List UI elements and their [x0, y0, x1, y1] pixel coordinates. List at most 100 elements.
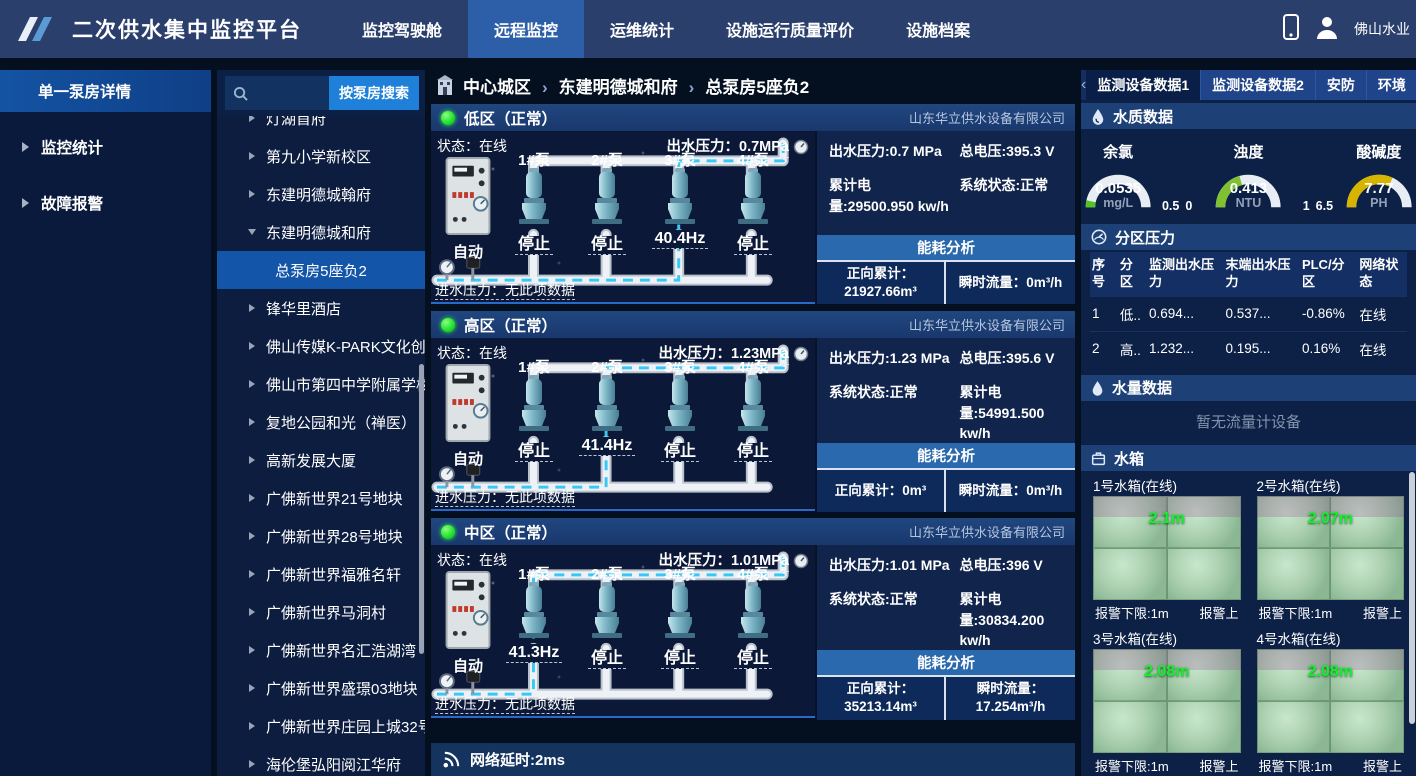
- pump-icon: [514, 167, 554, 225]
- info-value: 29500.950 kw/h: [848, 198, 949, 214]
- network-signal-icon: [442, 750, 461, 769]
- device-data-tab[interactable]: 环境: [1367, 70, 1416, 100]
- scrollbar-thumb[interactable]: [1409, 472, 1415, 724]
- tank-water-level-overlay: [1257, 517, 1405, 600]
- info-label: 系统状态:: [959, 177, 1020, 193]
- gauge-min: 0: [1185, 199, 1192, 213]
- search-input[interactable]: [248, 86, 318, 101]
- station-list-item[interactable]: 锋华里酒店: [217, 289, 425, 327]
- top-tab[interactable]: 运维统计: [584, 0, 700, 58]
- station-list-item[interactable]: 广佛新世界福雅名轩: [217, 555, 425, 593]
- table-row[interactable]: 1 低.. 0.694... 0.537... -0.86% 在线: [1090, 296, 1407, 331]
- station-list-item[interactable]: 广佛新世界盛璟03地块: [217, 669, 425, 707]
- info-label: 系统状态:: [829, 384, 890, 400]
- station-name: 海伦堡弘阳阅江华府: [266, 754, 401, 775]
- station-list-item[interactable]: 灯湖首府: [217, 116, 425, 137]
- top-tab[interactable]: 设施运行质量评价: [700, 0, 880, 58]
- station-name: 锋华里酒店: [266, 298, 341, 319]
- tank-name: 4号水箱(在线): [1257, 628, 1405, 648]
- station-list-item[interactable]: 第九小学新校区: [217, 137, 425, 175]
- gauge-unit: NTU: [1211, 196, 1285, 210]
- gauge-title: 余氯: [1081, 141, 1155, 162]
- pump: 2#泵 停止: [574, 149, 640, 254]
- water-drop-icon: [1091, 380, 1104, 396]
- pump-state: 停止: [501, 437, 567, 461]
- station-list-item[interactable]: 复地公园和光（禅医）: [217, 403, 425, 441]
- pump-label: 2#泵: [574, 356, 640, 374]
- table-header-cell: 分区: [1118, 252, 1147, 296]
- inlet-pressure-label: 进水压力：无此项数据: [435, 487, 575, 507]
- sidebar-item-label: 单一泵房详情: [38, 80, 131, 102]
- station-list-item[interactable]: 东建明德城和府: [217, 213, 425, 251]
- search-box[interactable]: [225, 76, 329, 110]
- pump-schematic: 状态：在线 出水压力：1.23MPa 自动 1#泵 停止 2#泵 41.4Hz …: [431, 338, 815, 511]
- breadcrumb-community[interactable]: 东建明德城和府: [539, 73, 678, 98]
- expand-arrow-icon: [22, 198, 29, 208]
- top-tab-label: 设施档案: [906, 17, 970, 41]
- pump-schematic: 状态：在线 出水压力：0.7MPa 自动 1#泵 停止 2#泵 停止 3#泵 4…: [431, 131, 815, 304]
- sidebar-item[interactable]: 监控统计: [0, 126, 211, 168]
- top-tab[interactable]: 监控驾驶舱: [336, 0, 468, 58]
- water-tank: 2号水箱(在线) 2.07m 报警下限:1m 报警上: [1257, 475, 1405, 623]
- pump-label: 1#泵: [501, 356, 567, 374]
- pressure-gauge-icon: [1091, 229, 1107, 245]
- device-data-tab[interactable]: 监测设备数据1: [1086, 70, 1201, 100]
- station-sidebar: 按泵房搜索 灯湖首府 第九小学新校区 东建明德城翰府: [217, 70, 425, 776]
- device-data-tabs: 监测设备数据1 监测设备数据2 安防 环境: [1081, 70, 1416, 100]
- pump-state: 停止: [720, 437, 786, 461]
- expand-arrow-icon: [249, 456, 255, 464]
- top-tab[interactable]: 远程监控: [468, 0, 584, 58]
- tank-high-alarm: 报警上: [1363, 756, 1402, 775]
- device-data-tab[interactable]: 安防: [1316, 70, 1367, 100]
- station-list-item[interactable]: 广佛新世界庄园上城32号地: [217, 707, 425, 745]
- device-data-tab[interactable]: 监测设备数据2: [1201, 70, 1316, 100]
- username[interactable]: 佛山水业: [1354, 19, 1410, 39]
- station-list-item[interactable]: 海伦堡弘阳阅江华府: [217, 745, 425, 776]
- pump: 3#泵 停止: [647, 356, 713, 461]
- user-avatar-icon[interactable]: [1314, 14, 1340, 45]
- breadcrumb-station[interactable]: 总泵房5座负2: [686, 73, 810, 98]
- station-list-item[interactable]: 佛山传媒K-PARK文化创意: [217, 327, 425, 365]
- tank-level-value: 2.1m: [1093, 510, 1241, 528]
- station-list-item[interactable]: 广佛新世界28号地块: [217, 517, 425, 555]
- info-label: 总电压:: [959, 557, 1006, 573]
- water-flow-empty-message: 暂无流量计设备: [1081, 401, 1416, 442]
- info-value: 1.23 MPa: [890, 350, 950, 366]
- mobile-app-icon[interactable]: [1282, 14, 1300, 45]
- cell-monitor-pressure: 1.232...: [1147, 331, 1223, 366]
- sidebar-item[interactable]: 故障报警: [0, 182, 211, 224]
- info-item: 累计电量:29500.950 kw/h: [829, 175, 953, 216]
- station-list-item[interactable]: 高新发展大厦: [217, 441, 425, 479]
- pump-label: 2#泵: [574, 149, 640, 167]
- sidebar-item[interactable]: 单一泵房详情: [0, 70, 211, 112]
- cell-network: 在线: [1357, 296, 1407, 331]
- table-row[interactable]: 2 高.. 1.232... 0.195... 0.16% 在线: [1090, 331, 1407, 366]
- pump-state: 40.4Hz: [647, 230, 713, 248]
- station-name: 广佛新世界名汇浩湖湾: [266, 640, 416, 661]
- expand-arrow-icon: [249, 380, 255, 388]
- zone-panel: 高区（正常） 山东华立供水设备有限公司 状态：在线 出水压力：1.23MPa 自…: [431, 311, 1075, 511]
- search-by-station-button[interactable]: 按泵房搜索: [329, 76, 419, 110]
- station-list-item[interactable]: 广佛新世界马洞村: [217, 593, 425, 631]
- zone-pressure-header: 分区压力: [1081, 224, 1416, 250]
- control-cabinet-icon: [445, 157, 491, 235]
- scrollbar-thumb[interactable]: [419, 364, 424, 654]
- top-tab[interactable]: 设施档案: [880, 0, 996, 58]
- station-list-item[interactable]: 总泵房5座负2: [217, 251, 425, 289]
- tank-name: 2号水箱(在线): [1257, 475, 1405, 495]
- breadcrumb-district[interactable]: 中心城区: [463, 73, 531, 98]
- zone-status: 状态：在线: [437, 136, 507, 156]
- station-list-item[interactable]: 广佛新世界21号地块: [217, 479, 425, 517]
- control-mode-label: 自动: [444, 448, 492, 469]
- info-value: 正常: [890, 591, 918, 607]
- info-item: 系统状态:正常: [829, 589, 953, 650]
- zone-panels: 低区（正常） 山东华立供水设备有限公司 状态：在线 出水压力：0.7MPa 自动…: [431, 104, 1075, 718]
- zone-body: 状态：在线 出水压力：0.7MPa 自动 1#泵 停止 2#泵 停止 3#泵 4…: [431, 131, 1075, 304]
- station-list-item[interactable]: 东建明德城翰府: [217, 175, 425, 213]
- zone-title: 中区（正常）: [464, 521, 557, 543]
- station-list-item[interactable]: 广佛新世界名汇浩湖湾: [217, 631, 425, 669]
- station-list-item[interactable]: 佛山市第四中学附属学校: [217, 365, 425, 403]
- gauge-unit: PH: [1342, 196, 1416, 210]
- zone-status: 状态：在线: [437, 550, 507, 570]
- pump-state: 停止: [501, 230, 567, 254]
